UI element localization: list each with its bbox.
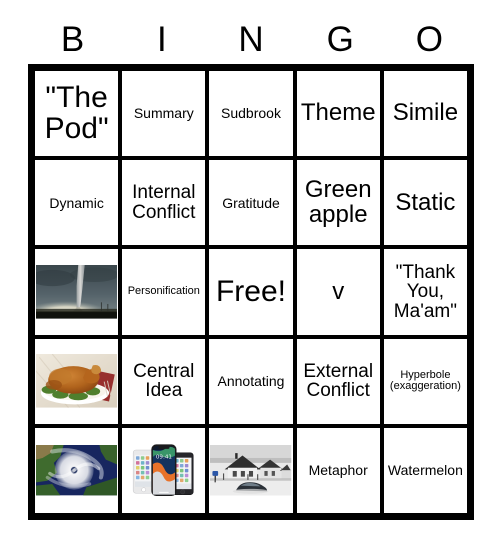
bingo-cell-i1[interactable]: Summary (120, 69, 208, 159)
header-letter-g: G (326, 20, 354, 59)
bingo-cell-g4[interactable]: External Conflict (294, 336, 382, 426)
bingo-cell-label: Green apple (304, 176, 372, 228)
bingo-cell-n1[interactable]: Sudbrook (207, 69, 295, 159)
bingo-cell-label: Summary (133, 105, 194, 122)
bingo-cell-label: Theme (300, 99, 376, 127)
tornado-image (36, 265, 118, 319)
bingo-cell-n2[interactable]: Gratitude (207, 158, 295, 248)
svg-text:09:41: 09:41 (156, 455, 173, 461)
bingo-cell-g5[interactable]: Metaphor (294, 425, 382, 515)
smartphones-photo: 09:41 (123, 443, 204, 498)
bingo-cell-label: Simile (392, 99, 459, 127)
hurricane-satellite-photo (36, 445, 118, 496)
bingo-cell-g3[interactable]: v (294, 247, 382, 337)
bingo-cell-label: Central Idea (133, 360, 195, 402)
bingo-cell-label: Gratitude (222, 194, 280, 211)
bingo-cell-g2[interactable]: Green apple (294, 158, 382, 248)
bingo-cell-label: Static (395, 188, 456, 216)
bingo-cell-label: Internal Conflict (132, 182, 196, 223)
bingo-cell-label: Watermelon (387, 462, 463, 479)
bingo-cell-label: Hyperbole (exaggeration) (389, 368, 461, 393)
bingo-cell-label: Annotating (217, 373, 285, 390)
bingo-card: B I N G O "The Pod" Summary Sudbrook The… (0, 0, 502, 544)
header-letter-b: B (60, 20, 85, 59)
bingo-cell-label: "The Pod" (44, 81, 109, 145)
bingo-cell-o2[interactable]: Static (381, 158, 469, 248)
hurricane-satellite-image (36, 445, 118, 496)
bingo-cell-b3[interactable] (33, 247, 121, 337)
bingo-cell-i5[interactable]: 09:41 (120, 425, 208, 515)
bingo-cell-o1[interactable]: Simile (381, 69, 469, 159)
bingo-cell-o4[interactable]: Hyperbole (exaggeration) (381, 336, 469, 426)
roast-turkey-photo (36, 354, 118, 408)
tornado-photo (36, 265, 118, 319)
bingo-cell-n3-free-space[interactable]: Free! (207, 247, 295, 337)
bingo-cell-label: Dynamic (49, 194, 104, 211)
bingo-cell-label: Personification (127, 285, 200, 298)
free-space-label: Free! (215, 274, 286, 308)
bingo-cell-b1[interactable]: "The Pod" (33, 69, 121, 159)
bingo-cell-b5[interactable] (33, 425, 121, 515)
flood-snow-photo (210, 445, 292, 496)
bingo-cell-label: Metaphor (308, 462, 368, 479)
roast-turkey-image (36, 354, 118, 408)
header-letter-i: I (156, 20, 167, 59)
bingo-cell-label: "Thank You, Ma'am" (393, 261, 457, 322)
flood-snow-image (210, 445, 292, 496)
bingo-cell-label: External Conflict (303, 360, 374, 402)
smartphones-image: 09:41 (128, 443, 199, 498)
bingo-cell-g1[interactable]: Theme (294, 69, 382, 159)
bingo-cell-o5[interactable]: Watermelon (381, 425, 469, 515)
bingo-grid: "The Pod" Summary Sudbrook Theme Simile … (28, 64, 474, 520)
bingo-cell-label: Sudbrook (221, 105, 281, 122)
bingo-cell-o3[interactable]: "Thank You, Ma'am" (381, 247, 469, 337)
header-letter-n: N (238, 20, 264, 59)
bingo-cell-n5[interactable] (207, 425, 295, 515)
bingo-cell-i3[interactable]: Personification (120, 247, 208, 337)
bingo-header: B I N G O (28, 18, 474, 62)
bingo-cell-n4[interactable]: Annotating (207, 336, 295, 426)
bingo-cell-b2[interactable]: Dynamic (33, 158, 121, 248)
bingo-cell-i4[interactable]: Central Idea (120, 336, 208, 426)
bingo-cell-label: v (332, 277, 345, 305)
bingo-cell-i2[interactable]: Internal Conflict (120, 158, 208, 248)
bingo-cell-b4[interactable] (33, 336, 121, 426)
header-letter-o: O (415, 20, 444, 59)
